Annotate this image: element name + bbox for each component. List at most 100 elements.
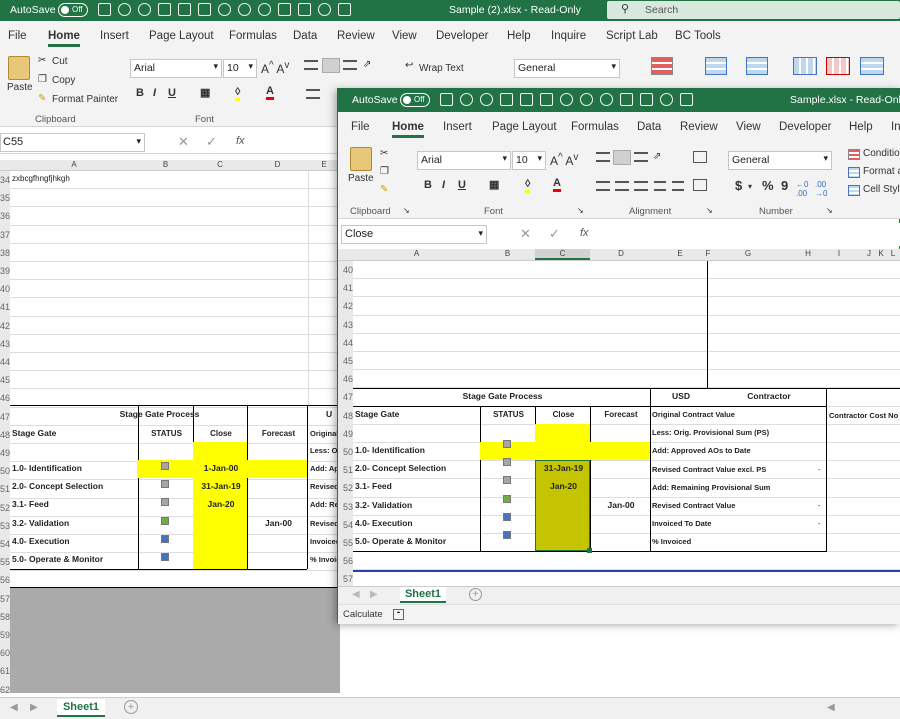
scroll-left-icon[interactable]: ◀ (827, 702, 835, 713)
align-bottom-icon[interactable] (634, 152, 648, 162)
row-header[interactable]: 57 (338, 570, 353, 586)
format-as-table-button[interactable]: Format a (863, 166, 900, 177)
front-worksheet-grid[interactable]: 40 41 42 43 44 45 46 47 48 49 50 51 52 53 54 55 56 57 Sta… (338, 261, 900, 586)
row-header[interactable]: 36 (0, 207, 10, 226)
autosave-toggle[interactable]: Off (58, 3, 88, 17)
row-header[interactable]: 57 (0, 589, 10, 608)
accessibility-icon[interactable]: ◓ (393, 609, 404, 620)
scroll-right-icon[interactable]: ▶ (30, 702, 38, 713)
orientation-icon[interactable]: ⇗ (653, 151, 661, 162)
row-header[interactable]: 52 (0, 498, 10, 517)
stage-gate-cell[interactable]: 1.0- Identification (10, 460, 138, 477)
picture-icon[interactable] (640, 93, 653, 106)
sheet-icon[interactable] (278, 3, 291, 16)
close-cell[interactable]: Jan-20 (193, 496, 247, 513)
row-header[interactable]: 34 (0, 171, 10, 190)
picture-icon[interactable] (298, 3, 311, 16)
menu-page-layout[interactable]: Page Layout (492, 121, 557, 133)
a34-cell[interactable]: zxbcgfhngfjhkgh (10, 171, 70, 187)
stage-gate-cell[interactable]: 2.0- Concept Selection (353, 460, 480, 477)
cancel-icon[interactable]: ✕ (520, 226, 531, 242)
table-icon[interactable] (500, 93, 513, 106)
stage-gate-cell[interactable]: 3.1- Feed (353, 478, 480, 495)
align-center-icon[interactable] (615, 181, 629, 191)
camera-icon[interactable] (520, 93, 533, 106)
font-name-combo[interactable]: Arial ▾ (130, 59, 222, 78)
format-painter-button[interactable]: Format Painter (52, 94, 118, 105)
menu-inquire-partial[interactable]: In (891, 121, 900, 133)
paste-icon[interactable] (8, 56, 30, 80)
col-header-b[interactable]: B (138, 160, 193, 169)
forecast-cell[interactable]: Jan-00 (247, 515, 308, 532)
row-header[interactable]: 60 (0, 644, 10, 663)
redo-icon[interactable] (480, 93, 493, 106)
table-icon[interactable] (158, 3, 171, 16)
row-header[interactable]: 50 (338, 443, 353, 462)
col-header-k[interactable]: K (875, 249, 887, 258)
quick-access-icons[interactable] (98, 3, 358, 16)
row-header[interactable]: 45 (338, 352, 353, 371)
close-cell[interactable]: 31-Jan-19 (535, 460, 590, 477)
align-right-icon[interactable] (634, 181, 648, 191)
scissors-icon[interactable]: ✂ (380, 148, 388, 159)
back-worksheet-grid[interactable]: 34 35 36 37 38 39 40 41 42 43 44 45 46 47 48 49 50 51 52 53… (0, 171, 340, 693)
col-header-a[interactable]: A (353, 249, 480, 258)
align-top-icon[interactable] (596, 152, 610, 162)
row-header[interactable]: 46 (0, 389, 10, 408)
row-header[interactable]: 48 (0, 425, 10, 444)
close-cell[interactable]: 1-Jan-00 (193, 460, 247, 477)
search-box[interactable]: ⚲ Search (607, 1, 900, 19)
stage-gate-cell[interactable]: 4.0- Execution (10, 533, 138, 550)
camera-icon[interactable] (178, 3, 191, 16)
row-header[interactable]: 41 (338, 279, 353, 298)
menu-review[interactable]: Review (337, 30, 375, 42)
menu-file[interactable]: File (8, 30, 27, 42)
row-header[interactable]: 54 (338, 515, 353, 534)
format-table-icon[interactable] (705, 57, 727, 75)
grid-icon[interactable] (198, 3, 211, 16)
menu-help[interactable]: Help (849, 121, 873, 133)
menu-home[interactable]: Home (392, 121, 424, 138)
align-middle-icon[interactable] (322, 58, 340, 73)
font-color-icon[interactable]: A (553, 177, 561, 192)
dropdown-icon[interactable] (680, 93, 693, 106)
redo-icon[interactable] (138, 3, 151, 16)
row-header[interactable]: 42 (0, 316, 10, 335)
delete-cells-icon[interactable] (826, 57, 850, 75)
menu-insert[interactable]: Insert (443, 121, 472, 133)
circle-icon[interactable] (258, 3, 271, 16)
align-left-icon[interactable] (596, 181, 610, 191)
align-top-icon[interactable] (304, 60, 318, 70)
paste-button[interactable]: Paste (348, 173, 374, 184)
circle-icon[interactable] (238, 3, 251, 16)
menu-inquire[interactable]: Inquire (551, 30, 586, 42)
scroll-right-icon[interactable]: ▶ (370, 589, 378, 600)
row-header[interactable]: 53 (338, 497, 353, 516)
row-header[interactable]: 58 (0, 607, 10, 626)
row-header[interactable]: 48 (338, 406, 353, 425)
borders-icon[interactable]: ▦ (200, 86, 210, 99)
orientation-icon[interactable]: ⇗ (363, 59, 371, 70)
row-header[interactable]: 47 (338, 388, 353, 407)
col-header-b[interactable]: B (480, 249, 535, 258)
menu-view[interactable]: View (736, 121, 761, 133)
cut-button[interactable]: Cut (52, 56, 68, 67)
row-header[interactable]: 46 (338, 370, 353, 389)
row-header[interactable]: 39 (0, 262, 10, 281)
row-header[interactable]: 38 (0, 243, 10, 262)
format-cells-icon[interactable] (860, 57, 884, 75)
row-header[interactable]: 62 (0, 680, 10, 693)
menu-view[interactable]: View (392, 30, 417, 42)
align-left-icon[interactable] (306, 89, 320, 99)
menu-help[interactable]: Help (507, 30, 531, 42)
col-header-c[interactable]: C (535, 249, 590, 260)
cancel-icon[interactable]: ✕ (178, 134, 189, 150)
row-header[interactable]: 53 (0, 516, 10, 535)
dialog-launcher-icon[interactable]: ↘ (706, 206, 713, 215)
col-header-f[interactable]: F (703, 249, 713, 258)
row-header[interactable]: 51 (0, 480, 10, 499)
circle-icon[interactable] (580, 93, 593, 106)
row-header[interactable]: 49 (338, 424, 353, 443)
menu-data[interactable]: Data (293, 30, 317, 42)
grow-font-icon[interactable]: A^ Av (550, 152, 578, 168)
